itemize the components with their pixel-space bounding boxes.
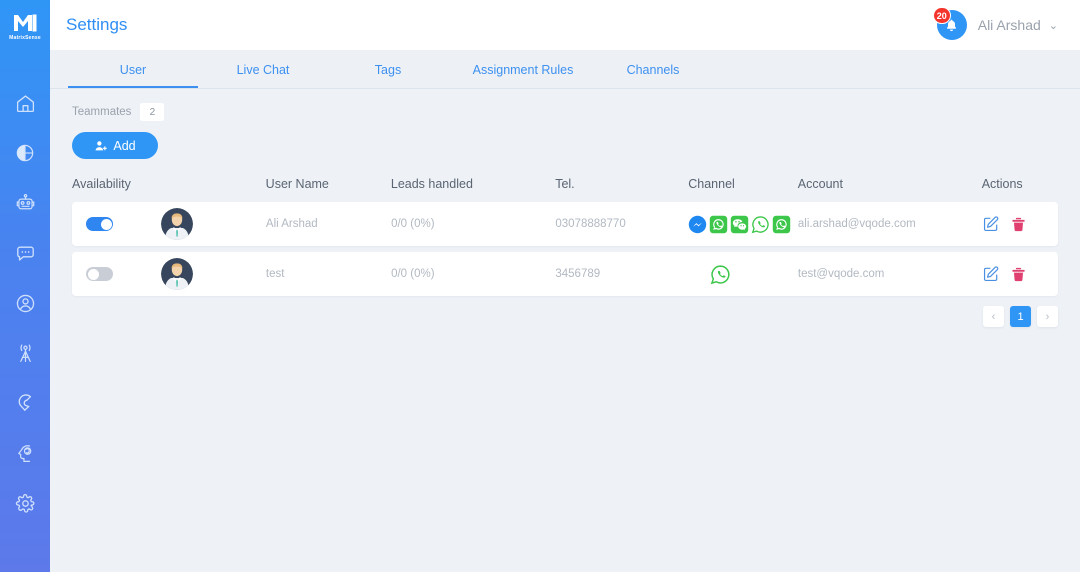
table-row: Ali Arshad 0/0 (0%) 03078888770 ali.arsh…	[72, 202, 1058, 246]
cell-availability	[72, 258, 266, 290]
sidebar-item-contacts[interactable]	[8, 286, 42, 320]
cell-tel: 3456789	[555, 268, 601, 280]
user-icon	[16, 294, 34, 312]
cell-account: test@vqode.com	[797, 268, 885, 280]
teammates-header: Teammates 2	[72, 103, 1058, 121]
cell-leads-handled: 0/0 (0%)	[391, 268, 435, 280]
app-root: MatrixSense Settings 20 Ali Arshad ⌄ Use…	[0, 0, 1080, 572]
page-title: Settings	[66, 15, 128, 34]
sidebar-item-messages[interactable]	[8, 236, 42, 270]
notifications[interactable]: 20	[932, 7, 967, 40]
toggle-knob	[87, 268, 99, 280]
teammates-count-badge: 2	[140, 103, 165, 121]
cell-availability	[72, 208, 266, 240]
delete-icon	[1012, 267, 1025, 281]
matrixsense-logo-icon	[14, 14, 37, 31]
edit-button[interactable]	[982, 265, 1000, 283]
sidebar-item-bots[interactable]	[8, 186, 42, 220]
user-name[interactable]: Ali Arshad	[978, 17, 1041, 33]
edit-button[interactable]	[982, 215, 1000, 233]
magnet-icon	[18, 393, 31, 411]
sidebar-item-ai[interactable]	[8, 436, 42, 470]
avatar	[161, 258, 193, 290]
brain-icon	[17, 444, 31, 462]
column-header-account: Account	[797, 177, 843, 191]
add-teammate-button[interactable]: Add	[72, 132, 158, 159]
tab-user[interactable]: User	[68, 63, 198, 88]
content-area: Teammates 2 Add Availability User Name L…	[50, 89, 1080, 572]
user-avatar-icon	[161, 258, 193, 290]
availability-toggle[interactable]	[86, 217, 113, 231]
user-avatar-icon	[161, 208, 193, 240]
cell-channel	[688, 215, 798, 234]
delete-button[interactable]	[1010, 265, 1028, 283]
table-header-row: Availability User Name Leads handled Tel…	[72, 177, 1058, 202]
cell-account: ali.arshad@vqode.com	[797, 218, 916, 230]
broadcast-icon	[19, 343, 31, 362]
header-actions: 20 Ali Arshad ⌄	[932, 7, 1058, 40]
column-header-channel: Channel	[688, 177, 735, 191]
sidebar-nav	[8, 86, 42, 520]
column-header-user-name: User Name	[265, 177, 329, 191]
column-header-availability: Availability	[72, 177, 131, 191]
cell-channel	[688, 264, 798, 285]
edit-icon	[983, 216, 999, 232]
cell-actions	[982, 265, 1058, 283]
sidebar-item-broadcast[interactable]	[8, 336, 42, 370]
whatsapp-icon[interactable]	[709, 215, 728, 234]
edit-icon	[983, 266, 999, 282]
table-row: test 0/0 (0%) 3456789 test@vqode.com	[72, 252, 1058, 296]
messenger-icon[interactable]	[688, 215, 707, 234]
sidebar-item-analytics[interactable]	[8, 136, 42, 170]
tab-tags[interactable]: Tags	[328, 63, 448, 88]
add-user-icon	[95, 140, 108, 150]
pagination: ‹ 1 ›	[72, 306, 1058, 327]
tab-channels[interactable]: Channels	[598, 63, 708, 88]
sidebar-item-settings[interactable]	[8, 486, 42, 520]
cell-tel: 03078888770	[555, 218, 626, 230]
main-pane: Settings 20 Ali Arshad ⌄ User Live Chat …	[50, 0, 1080, 572]
column-header-leads-handled: Leads handled	[390, 177, 473, 191]
pagination-next[interactable]: ›	[1037, 306, 1058, 327]
column-header-actions: Actions	[981, 177, 1023, 191]
availability-toggle[interactable]	[86, 267, 113, 281]
pie-chart-icon	[16, 144, 34, 162]
pagination-page-1[interactable]: 1	[1010, 306, 1031, 327]
whatsapp-icon[interactable]	[772, 215, 791, 234]
add-button-label: Add	[113, 138, 136, 153]
whatsapp-outline-icon[interactable]	[751, 215, 770, 234]
notification-badge: 20	[932, 7, 951, 24]
tab-assignment-rules[interactable]: Assignment Rules	[448, 63, 598, 88]
wechat-icon[interactable]	[730, 215, 749, 234]
cell-leads-handled: 0/0 (0%)	[391, 218, 435, 230]
column-header-tel: Tel.	[555, 177, 575, 191]
cell-actions	[982, 215, 1058, 233]
cell-user-name: test	[265, 268, 285, 280]
whatsapp-outline-icon[interactable]	[710, 264, 731, 285]
chat-icon	[16, 246, 34, 261]
brand-logo[interactable]: MatrixSense	[0, 0, 50, 50]
top-header: Settings 20 Ali Arshad ⌄	[50, 0, 1080, 50]
pagination-prev[interactable]: ‹	[983, 306, 1004, 327]
robot-icon	[16, 193, 34, 209]
avatar	[161, 208, 193, 240]
cell-user-name: Ali Arshad	[265, 218, 318, 230]
chevron-down-icon[interactable]: ⌄	[1049, 19, 1058, 32]
gear-icon	[15, 493, 34, 513]
tab-bar: User Live Chat Tags Assignment Rules Cha…	[50, 50, 1080, 89]
teammates-label: Teammates	[72, 106, 132, 118]
sidebar: MatrixSense	[0, 0, 50, 572]
delete-button[interactable]	[1010, 215, 1028, 233]
delete-icon	[1012, 217, 1025, 231]
sidebar-item-leads[interactable]	[8, 386, 42, 420]
sidebar-item-home[interactable]	[8, 86, 42, 120]
teammates-table: Availability User Name Leads handled Tel…	[72, 177, 1058, 296]
toggle-knob	[100, 218, 112, 230]
tab-live-chat[interactable]: Live Chat	[198, 63, 328, 88]
home-icon	[16, 94, 34, 112]
brand-name: MatrixSense	[9, 34, 41, 41]
